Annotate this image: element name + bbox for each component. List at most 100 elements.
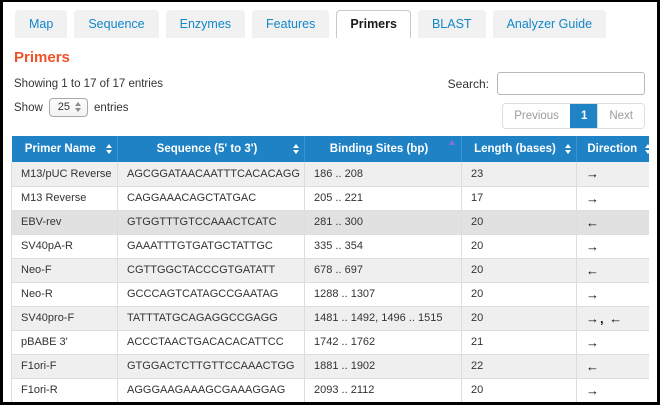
- table-row[interactable]: F1ori-RAGGGAAGAAAGCGAAAGGAG2093 .. 21122…: [12, 378, 650, 402]
- page-length-control: Show 25 entries: [14, 98, 129, 117]
- previous-button[interactable]: Previous: [503, 104, 570, 128]
- show-label: Show: [14, 102, 43, 114]
- cell-binding-sites: 678 .. 697: [305, 258, 462, 282]
- page-size-value: 25: [58, 101, 70, 113]
- column-label: Primer Name: [25, 143, 96, 155]
- cell-sequence: CAGGAAACAGCTATGAC: [118, 186, 305, 210]
- cell-length: 20: [462, 234, 577, 258]
- table-row[interactable]: Neo-RGCCCAGTCATAGCCGAATAG1288 .. 130720→: [12, 282, 650, 306]
- cell-name: SV40pA-R: [12, 234, 118, 258]
- cell-binding-sites: 335 .. 354: [305, 234, 462, 258]
- cell-length: 22: [462, 354, 577, 378]
- cell-name: pBABE 3': [12, 330, 118, 354]
- cell-length: 23: [462, 162, 577, 186]
- column-label: Sequence (5' to 3'): [157, 143, 258, 155]
- sort-both-icon: [106, 144, 112, 154]
- column-label: Binding Sites (bp): [330, 143, 428, 155]
- tab-features[interactable]: Features: [252, 10, 329, 38]
- column-header-primer-name[interactable]: Primer Name: [12, 136, 118, 162]
- cell-binding-sites: 281 .. 300: [305, 210, 462, 234]
- cell-name: Neo-R: [12, 282, 118, 306]
- sort-both-icon: [565, 144, 571, 154]
- table-row[interactable]: M13 ReverseCAGGAAACAGCTATGAC205 .. 22117…: [12, 186, 650, 210]
- primers-table: Primer Name Sequence (5' to 3') Binding Si…: [11, 136, 649, 402]
- cell-sequence: ACCCTAACTGACACACATTCC: [118, 330, 305, 354]
- cell-binding-sites: 1481 .. 1492, 1496 .. 1515: [305, 306, 462, 330]
- column-header-length-bases-[interactable]: Length (bases): [462, 136, 577, 162]
- cell-sequence: GTGGTTTGTCCAAACTCATC: [118, 210, 305, 234]
- column-label: Length (bases): [474, 143, 556, 155]
- cell-binding-sites: 1742 .. 1762: [305, 330, 462, 354]
- table-row[interactable]: Neo-FCGTTGGCTACCCGTGATATT678 .. 69720←: [12, 258, 650, 282]
- cell-sequence: GAAATTTGTGATGCTATTGC: [118, 234, 305, 258]
- cell-binding-sites: 1288 .. 1307: [305, 282, 462, 306]
- table-row[interactable]: pBABE 3'ACCCTAACTGACACACATTCC1742 .. 176…: [12, 330, 650, 354]
- next-button[interactable]: Next: [597, 104, 644, 128]
- search-input[interactable]: [497, 72, 645, 95]
- table-row[interactable]: F1ori-FGTGGACTCTTGTTCCAAACTGG1881 .. 190…: [12, 354, 650, 378]
- cell-direction: ←: [577, 210, 650, 234]
- tab-bar: MapSequence EnzymesFeaturesPrimersBLASTAn…: [15, 9, 651, 38]
- primers-table-wrap: Primer Name Sequence (5' to 3') Binding Si…: [11, 136, 649, 402]
- cell-direction: →: [577, 186, 650, 210]
- table-header-row: Primer Name Sequence (5' to 3') Binding Si…: [12, 136, 650, 162]
- entries-info: Showing 1 to 17 of 17 entries: [14, 78, 163, 90]
- cell-sequence: AGCGGATAACAATTTCACACAGG: [118, 162, 305, 186]
- table-row[interactable]: SV40pA-RGAAATTTGTGATGCTATTGC335 .. 35420…: [12, 234, 650, 258]
- cell-direction: →: [577, 162, 650, 186]
- page-title: Primers: [14, 49, 70, 66]
- cell-sequence: TATTTATGCAGAGGCCGAGG: [118, 306, 305, 330]
- cell-name: SV40pro-F: [12, 306, 118, 330]
- app-window: MapSequenceEnzymesFeaturesPrimersBLASTAn…: [0, 0, 660, 405]
- tab-primers[interactable]: Primers: [336, 10, 411, 38]
- pagination: Previous 1 Next: [502, 103, 645, 129]
- cell-length: 20: [462, 378, 577, 402]
- table-row[interactable]: EBV-revGTGGTTTGTCCAAACTCATC281 .. 30020←: [12, 210, 650, 234]
- cell-binding-sites: 2093 .. 2112: [305, 378, 462, 402]
- column-header-sequence-5-to-3-[interactable]: Sequence (5' to 3'): [118, 136, 305, 162]
- cell-direction: →: [577, 282, 650, 306]
- tab-blast[interactable]: BLAST: [418, 10, 486, 38]
- cell-sequence: GCCCAGTCATAGCCGAATAG: [118, 282, 305, 306]
- cell-direction: ←: [577, 354, 650, 378]
- tab-analyzer-guide[interactable]: Analyzer Guide: [493, 10, 606, 38]
- sort-both-icon: [645, 144, 650, 154]
- table-row[interactable]: SV40pro-FTATTTATGCAGAGGCCGAGG1481 .. 149…: [12, 306, 650, 330]
- cell-length: 21: [462, 330, 577, 354]
- tab-map[interactable]: Map: [15, 10, 67, 38]
- column-header-binding-sites-bp-[interactable]: Binding Sites (bp): [305, 136, 462, 162]
- tab-sequence[interactable]: Sequence: [74, 10, 158, 38]
- cell-binding-sites: 186 .. 208: [305, 162, 462, 186]
- cell-direction: →: [577, 330, 650, 354]
- cell-direction: →, ←: [577, 306, 650, 330]
- cell-length: 20: [462, 210, 577, 234]
- cell-sequence: AGGGAAGAAAGCGAAAGGAG: [118, 378, 305, 402]
- cell-binding-sites: 1881 .. 1902: [305, 354, 462, 378]
- entries-label: entries: [94, 102, 129, 114]
- cell-length: 20: [462, 258, 577, 282]
- cell-name: F1ori-F: [12, 354, 118, 378]
- cell-direction: ←: [577, 258, 650, 282]
- cell-name: Neo-F: [12, 258, 118, 282]
- cell-binding-sites: 205 .. 221: [305, 186, 462, 210]
- cell-sequence: GTGGACTCTTGTTCCAAACTGG: [118, 354, 305, 378]
- cell-name: M13 Reverse: [12, 186, 118, 210]
- page-1-button[interactable]: 1: [570, 104, 597, 128]
- sort-asc-icon: [449, 140, 455, 145]
- tab-enzymes[interactable]: Enzymes: [166, 10, 245, 38]
- table-row[interactable]: M13/pUC ReverseAGCGGATAACAATTTCACACAGG18…: [12, 162, 650, 186]
- search-label: Search:: [448, 77, 489, 91]
- cell-length: 20: [462, 282, 577, 306]
- select-stepper-icon: [75, 102, 81, 112]
- cell-name: M13/pUC Reverse: [12, 162, 118, 186]
- search-control: Search:: [448, 72, 645, 95]
- cell-length: 17: [462, 186, 577, 210]
- cell-sequence: CGTTGGCTACCCGTGATATT: [118, 258, 305, 282]
- cell-name: F1ori-R: [12, 378, 118, 402]
- column-header-direction[interactable]: Direction: [577, 136, 650, 162]
- page-size-select[interactable]: 25: [49, 98, 88, 117]
- column-label: Direction: [587, 143, 637, 155]
- cell-length: 20: [462, 306, 577, 330]
- cell-name: EBV-rev: [12, 210, 118, 234]
- sort-both-icon: [293, 144, 299, 154]
